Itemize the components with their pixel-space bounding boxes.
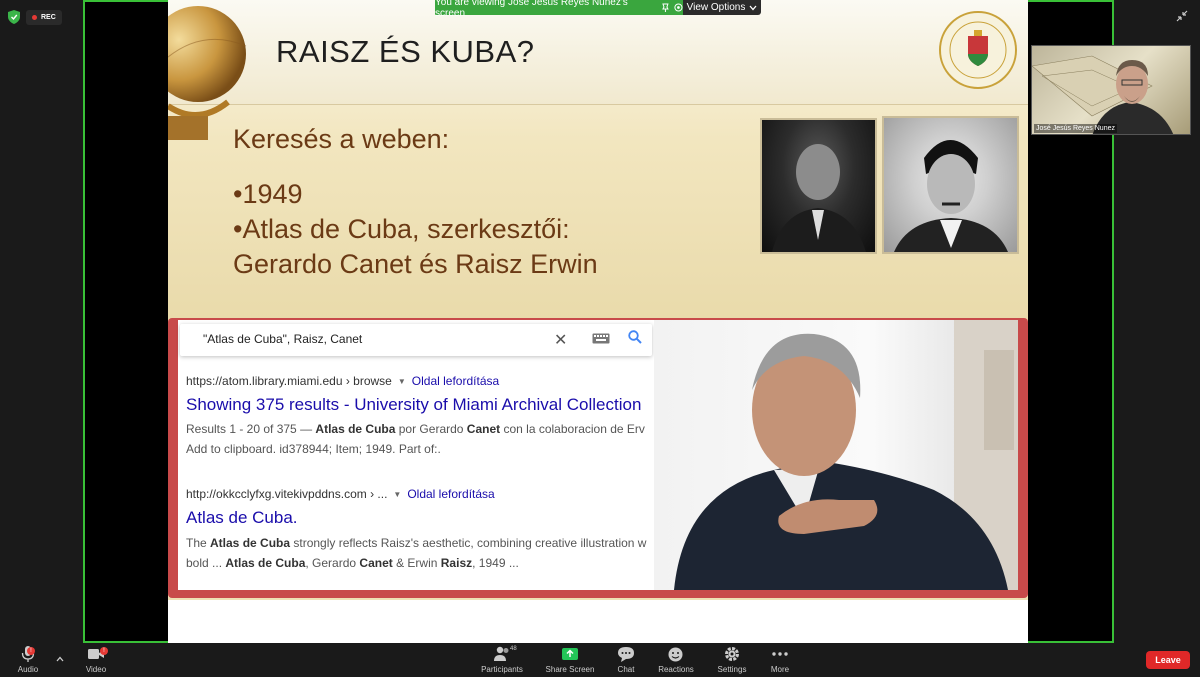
viewing-banner-text: You are viewing José Jesús Reyes Nunez's… [435, 0, 628, 19]
reactions-button[interactable]: Reactions [648, 645, 704, 677]
participants-label: Participants [481, 665, 523, 674]
pin-icon[interactable] [661, 3, 670, 12]
chat-icon [618, 647, 634, 662]
result-2-title[interactable]: Atlas de Cuba. [186, 508, 298, 528]
slide-line-editors: Gerardo Canet és Raisz Erwin [233, 249, 598, 279]
slide-line-atlas: •Atlas de Cuba, szerkesztői: [233, 214, 570, 244]
result-1-translate-link[interactable]: Oldal lefordítása [412, 374, 499, 388]
audio-label: Audio [17, 665, 39, 674]
participant-video-tile[interactable] [1031, 45, 1191, 135]
more-dots-icon [772, 652, 788, 656]
viewing-screen-banner: You are viewing José Jesús Reyes Nunez's… [435, 0, 683, 19]
leave-button[interactable]: Leave [1146, 651, 1190, 669]
video-label: Video [85, 665, 107, 674]
chevron-down-icon [749, 5, 757, 10]
stop-share-icon[interactable] [674, 3, 683, 12]
participant-name-label: José Jesús Reyes Nunez [1034, 124, 1117, 133]
rec-pill[interactable]: REC [26, 9, 62, 25]
gear-icon [725, 647, 739, 661]
video-alert-badge: ! [100, 647, 108, 655]
audio-button[interactable]: Audio ! [0, 645, 56, 677]
search-input[interactable]: "Atlas de Cuba", Raisz, Canet [203, 332, 362, 346]
view-options-label: View Options [686, 2, 746, 13]
result-2-translate-link[interactable]: Oldal lefordítása [407, 487, 494, 501]
audio-options-chevron-icon[interactable] [56, 656, 64, 662]
result-2-snippet-2: bold ... Atlas de Cuba, Gerardo Canet & … [186, 556, 519, 570]
audio-alert-badge: ! [27, 647, 35, 655]
chevron-down-icon[interactable]: ▼ [398, 377, 406, 386]
result-2-snippet: The Atlas de Cuba strongly reflects Rais… [186, 536, 647, 550]
exit-fullscreen-icon[interactable] [1176, 10, 1188, 22]
settings-label: Settings [717, 665, 747, 674]
portrait-photo-2 [882, 116, 1019, 254]
video-button[interactable]: Video ! [68, 645, 124, 677]
search-icon[interactable] [628, 330, 642, 344]
participants-button[interactable]: Participants 48 [474, 645, 530, 677]
chat-button[interactable]: Chat [598, 645, 654, 677]
chat-label: Chat [617, 665, 635, 674]
chevron-down-icon[interactable]: ▼ [393, 490, 401, 499]
recording-indicator: REC [8, 9, 62, 25]
participants-icon [494, 646, 509, 661]
share-screen-label: Share Screen [545, 665, 595, 674]
shield-icon [8, 10, 20, 24]
globe-image [168, 6, 247, 140]
more-label: More [770, 665, 790, 674]
result-1-url-row: https://atom.library.miami.edu › browse … [186, 374, 499, 388]
share-screen-button[interactable]: Share Screen [542, 645, 598, 677]
more-button[interactable]: More [752, 645, 808, 677]
keyboard-icon[interactable] [592, 333, 610, 344]
slide-title: RAISZ ÉS KUBA? [276, 34, 535, 69]
result-1-snippet-2: Add to clipboard. id378944; Item; 1949. … [186, 442, 441, 456]
result-1-url: https://atom.library.miami.edu › browse [186, 374, 392, 388]
portrait-photo-1 [760, 118, 877, 254]
university-seal-logo [939, 11, 1017, 89]
result-2-url-row: http://okkcclyfxg.vitekivpddns.com › ...… [186, 487, 495, 501]
slide-bottom-area [168, 600, 1028, 643]
speaker-video-feed [654, 320, 1018, 590]
participants-count: 48 [510, 646, 517, 652]
rec-dot-icon [32, 14, 37, 20]
rec-label: REC [41, 13, 56, 21]
slide-line-year: •1949 [233, 179, 303, 209]
result-1-title[interactable]: Showing 375 results - University of Miam… [186, 395, 654, 415]
result-2-url: http://okkcclyfxg.vitekivpddns.com › ... [186, 487, 388, 501]
reactions-icon [668, 647, 683, 662]
clear-icon[interactable]: ✕ [554, 330, 567, 350]
slide-line-search-web: Keresés a weben: [233, 124, 450, 154]
result-1-snippet: Results 1 - 20 of 375 — Atlas de Cuba po… [186, 422, 645, 436]
reactions-label: Reactions [658, 665, 694, 674]
share-screen-icon [562, 648, 578, 660]
view-options-button[interactable]: View Options [683, 0, 761, 15]
